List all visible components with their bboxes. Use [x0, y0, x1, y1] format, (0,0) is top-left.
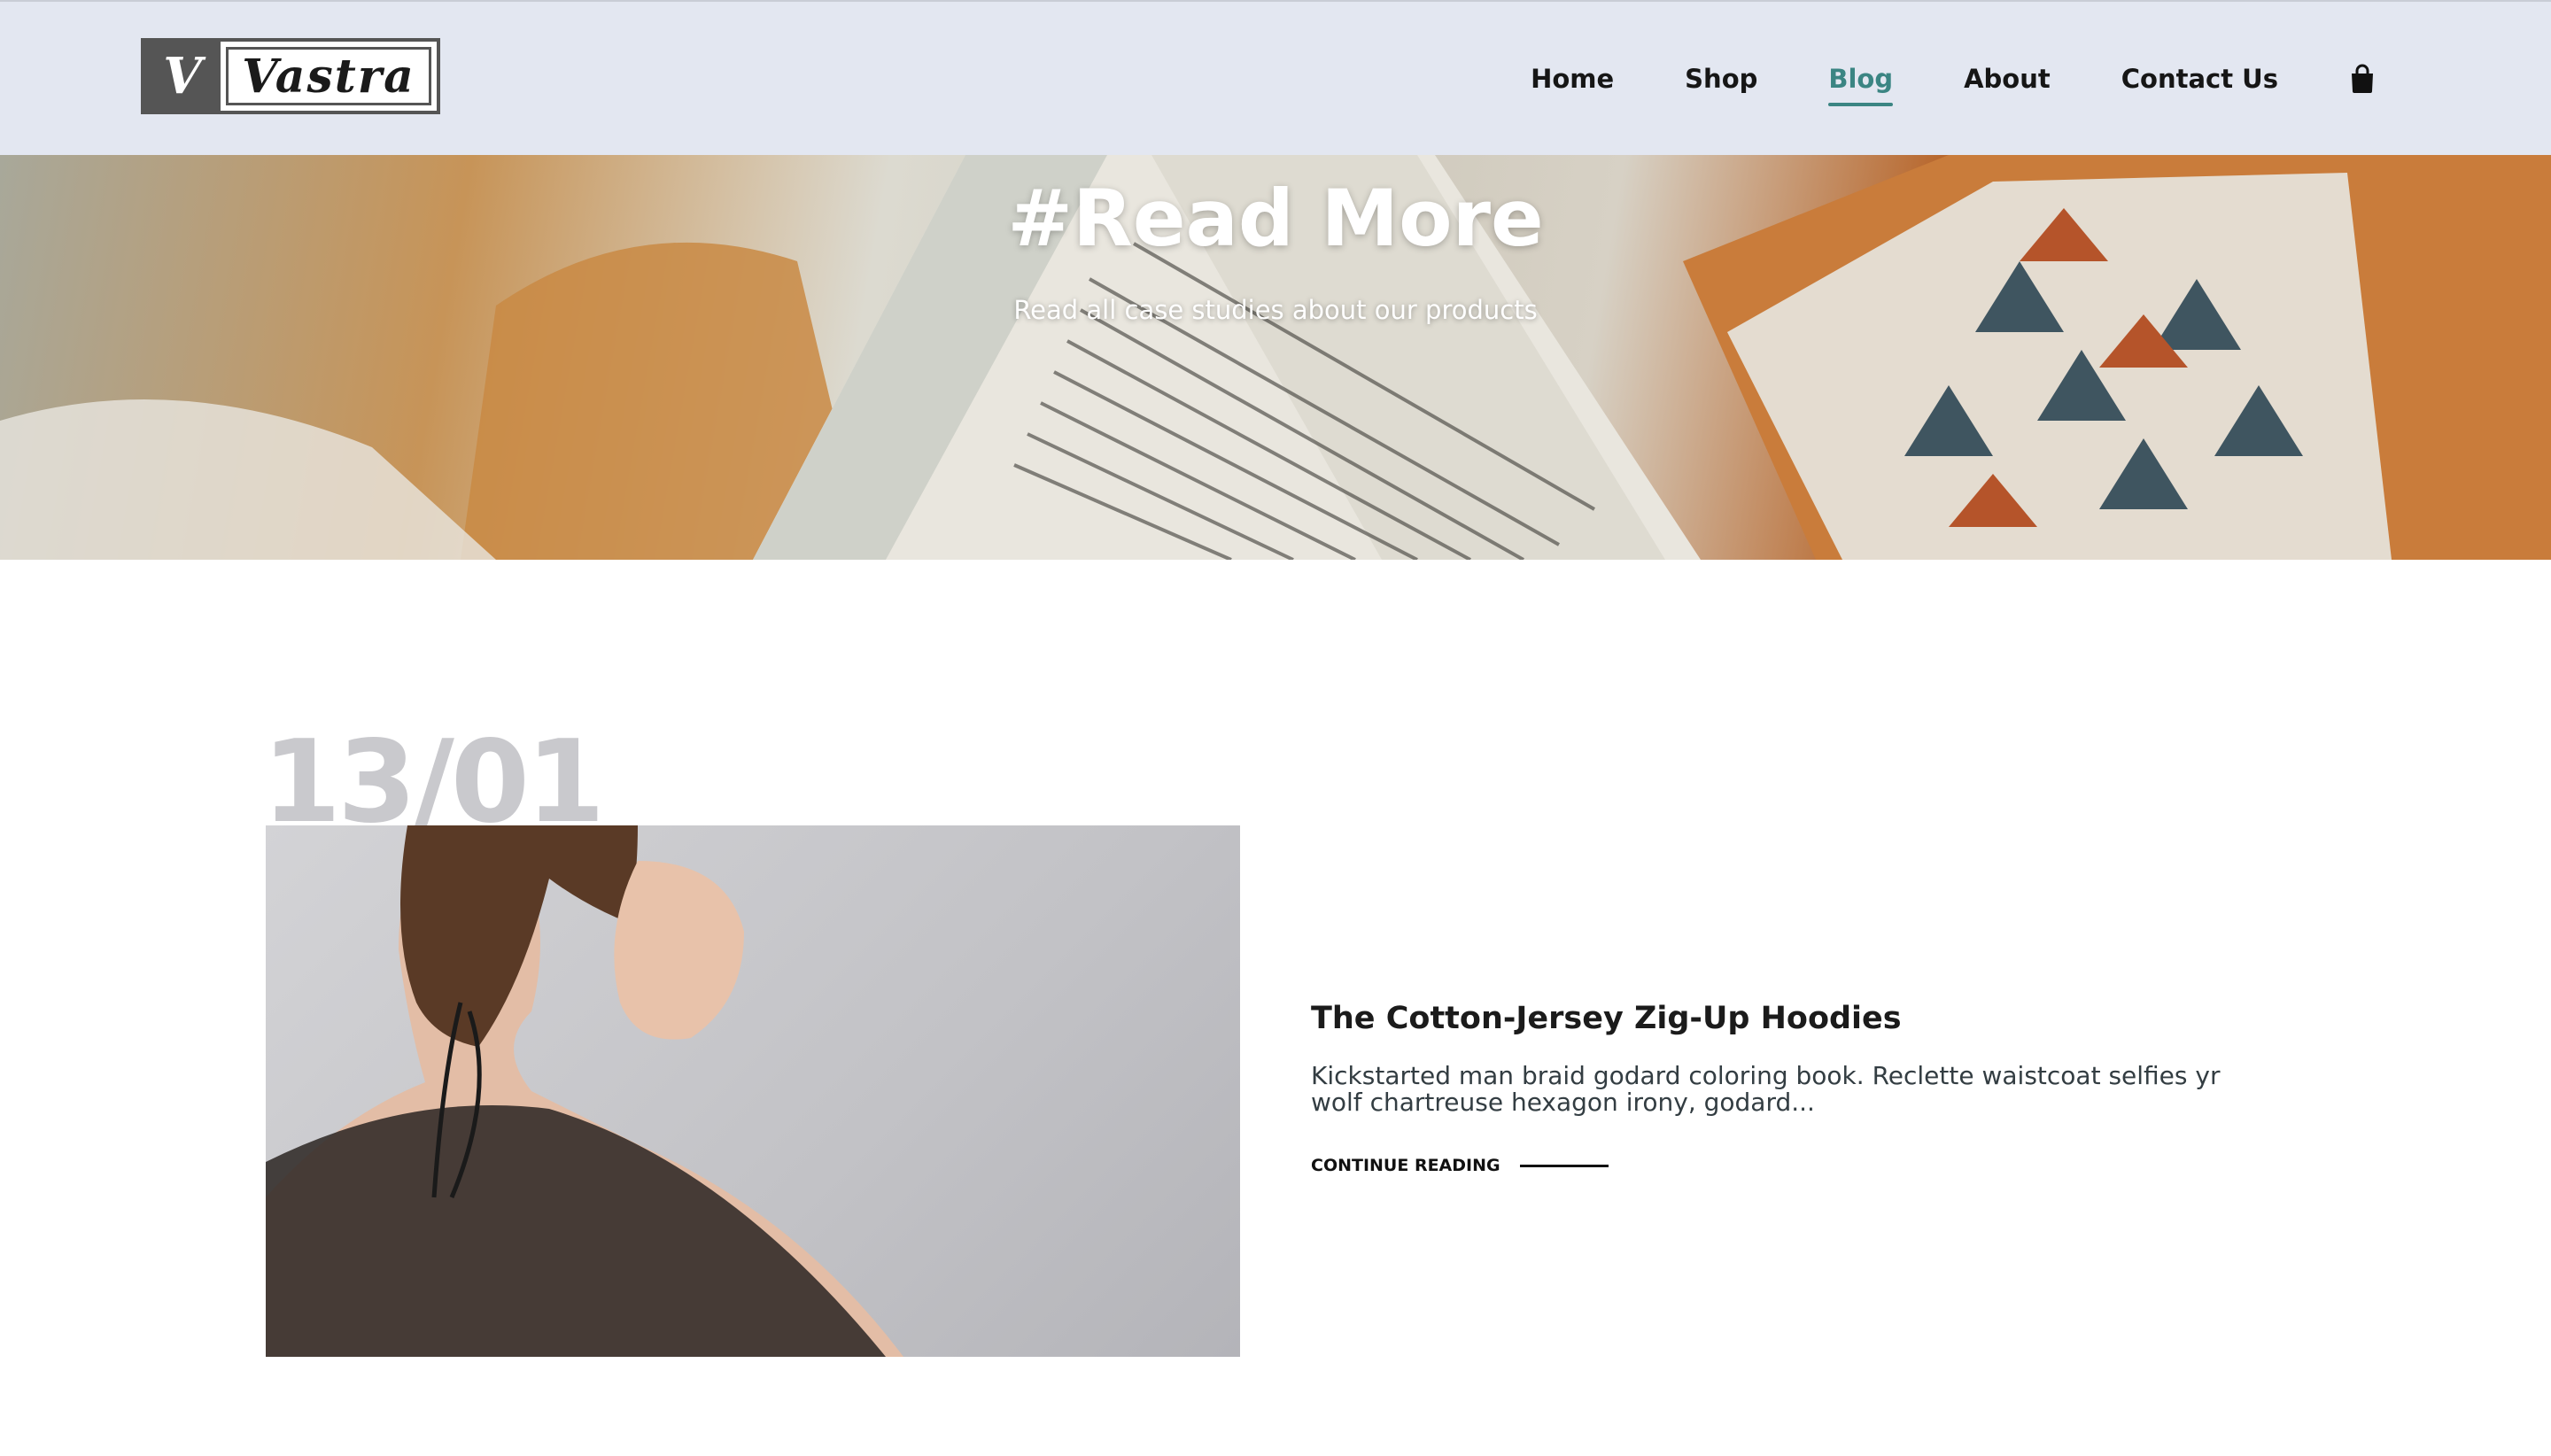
main-nav: Home Shop Blog About Contact Us	[1460, 48, 2376, 110]
post-title[interactable]: The Cotton-Jersey Zig-Up Hoodies	[1311, 1001, 1902, 1036]
logo-wordmark: Vastra	[226, 47, 431, 105]
page-title: #Read More	[1007, 173, 1544, 264]
post-excerpt: Kickstarted man braid godard coloring bo…	[1311, 1061, 2221, 1117]
continue-reading-link[interactable]: CONTINUE READING	[1311, 1156, 1609, 1175]
site-logo[interactable]: V Vastra	[141, 38, 440, 114]
page-subtitle: Read all case studies about our products	[1013, 295, 1538, 325]
nav-about[interactable]: About	[1964, 64, 2051, 94]
nav-contact-us[interactable]: Contact Us	[2121, 64, 2278, 94]
hero-banner: #Read More Read all case studies about o…	[0, 155, 2551, 560]
logo-mark: V	[144, 42, 221, 111]
arrow-line-icon	[1519, 1164, 1609, 1167]
post-date: 13/01	[262, 716, 605, 848]
nav-home[interactable]: Home	[1531, 64, 1614, 94]
nav-shop[interactable]: Shop	[1685, 64, 1757, 94]
post-image[interactable]	[266, 825, 1240, 1357]
continue-reading-label: CONTINUE READING	[1311, 1156, 1500, 1175]
site-header: V Vastra Home Shop Blog About Contact Us	[0, 0, 2551, 155]
shopping-bag-icon[interactable]	[2349, 64, 2376, 94]
nav-blog[interactable]: Blog	[1828, 64, 1893, 106]
